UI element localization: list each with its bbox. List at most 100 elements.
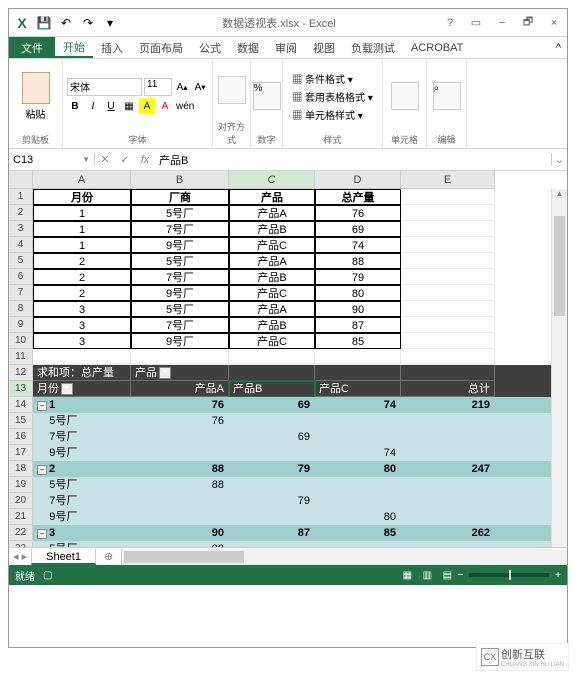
row-header-3[interactable]: 3	[9, 221, 33, 237]
row-header-12[interactable]: 12	[9, 365, 33, 381]
underline-button[interactable]: U	[103, 98, 119, 114]
cell-C15[interactable]	[229, 413, 315, 429]
cell-D4[interactable]: 74	[315, 237, 401, 253]
minimize-button[interactable]: −	[489, 13, 515, 33]
cell-D5[interactable]: 88	[315, 253, 401, 269]
row-header-19[interactable]: 19	[9, 477, 33, 493]
cell-B10[interactable]: 9号厂	[131, 333, 229, 349]
cell-B8[interactable]: 5号厂	[131, 301, 229, 317]
cell-E6[interactable]	[401, 269, 495, 285]
cell-A18[interactable]: −2	[33, 461, 131, 477]
zoom-slider[interactable]	[469, 573, 549, 577]
cell-C4[interactable]: 产品C	[229, 237, 315, 253]
formula-expand-icon[interactable]: ⌄	[551, 153, 567, 166]
cell-E20[interactable]	[401, 493, 495, 509]
page-break-view-button[interactable]: ▤	[437, 570, 457, 581]
page-layout-view-button[interactable]: ▥	[417, 570, 437, 581]
tab-file[interactable]: 文件	[9, 37, 55, 58]
cell-C2[interactable]: 产品A	[229, 205, 315, 221]
row-header-9[interactable]: 9	[9, 317, 33, 333]
cell-A9[interactable]: 3	[33, 317, 131, 333]
fx-icon[interactable]: fx	[135, 154, 155, 166]
row-header-14[interactable]: 14	[9, 397, 33, 413]
row-header-1[interactable]: 1	[9, 189, 33, 205]
cell-E8[interactable]	[401, 301, 495, 317]
tab-review[interactable]: 审阅	[267, 37, 305, 58]
italic-button[interactable]: I	[85, 98, 101, 114]
cell-B17[interactable]	[131, 445, 229, 461]
cell-A11[interactable]	[33, 349, 131, 365]
cell-B15[interactable]: 76	[131, 413, 229, 429]
cell-D2[interactable]: 76	[315, 205, 401, 221]
name-box[interactable]: C13 ▼	[9, 154, 95, 166]
cell-A6[interactable]: 2	[33, 269, 131, 285]
cell-C23[interactable]	[229, 541, 315, 547]
cond-format-button[interactable]: ▦ 条件格式 ▾	[292, 71, 353, 86]
cell-E13[interactable]: 总计	[401, 381, 495, 397]
cell-D23[interactable]	[315, 541, 401, 547]
cell-E7[interactable]	[401, 285, 495, 301]
qat-dropdown[interactable]: ▾	[100, 13, 120, 33]
tab-home[interactable]: 开始	[55, 37, 93, 58]
sheet-nav[interactable]: ◂ ▸	[9, 550, 31, 563]
cell-D7[interactable]: 80	[315, 285, 401, 301]
cell-D17[interactable]: 74	[315, 445, 401, 461]
cell-A13[interactable]: 月份▼	[33, 381, 131, 397]
cell-D6[interactable]: 79	[315, 269, 401, 285]
col-header-a[interactable]: A	[33, 171, 131, 189]
cell-E3[interactable]	[401, 221, 495, 237]
undo-button[interactable]: ↶	[56, 13, 76, 33]
row-header-23[interactable]: 23	[9, 541, 33, 547]
cell-C22[interactable]: 87	[229, 525, 315, 541]
cell-D12[interactable]	[315, 365, 401, 381]
cell-A5[interactable]: 2	[33, 253, 131, 269]
cell-B3[interactable]: 7号厂	[131, 221, 229, 237]
ribbon-options-button[interactable]: ▭	[463, 13, 489, 33]
row-header-22[interactable]: 22	[9, 525, 33, 541]
cell-D18[interactable]: 80	[315, 461, 401, 477]
row-header-16[interactable]: 16	[9, 429, 33, 445]
cell-C18[interactable]: 79	[229, 461, 315, 477]
col-header-c[interactable]: C	[229, 171, 315, 189]
font-grow-button[interactable]: A▴	[174, 79, 190, 95]
name-box-dropdown-icon[interactable]: ▼	[82, 155, 90, 164]
restore-button[interactable]: 🗗	[515, 13, 541, 33]
col-header-e[interactable]: E	[401, 171, 495, 189]
cell-C1[interactable]: 产品	[229, 189, 315, 205]
zoom-in-button[interactable]: +	[555, 570, 561, 581]
cell-E17[interactable]	[401, 445, 495, 461]
cell-A8[interactable]: 3	[33, 301, 131, 317]
horizontal-scrollbar[interactable]	[121, 549, 567, 565]
cell-C17[interactable]	[229, 445, 315, 461]
font-color-button[interactable]: A	[157, 98, 173, 114]
save-button[interactable]: 💾	[34, 13, 54, 33]
cell-B22[interactable]: 90	[131, 525, 229, 541]
tab-data[interactable]: 数据	[229, 37, 267, 58]
tab-load-test[interactable]: 负载测试	[343, 37, 403, 58]
cell-B2[interactable]: 5号厂	[131, 205, 229, 221]
col-header-d[interactable]: D	[315, 171, 401, 189]
cell-A1[interactable]: 月份	[33, 189, 131, 205]
cell-B7[interactable]: 9号厂	[131, 285, 229, 301]
editing-icon[interactable]: ⌕	[433, 82, 461, 110]
cell-D19[interactable]	[315, 477, 401, 493]
select-all-corner[interactable]	[9, 171, 33, 189]
cell-B19[interactable]: 88	[131, 477, 229, 493]
cell-E16[interactable]	[401, 429, 495, 445]
cell-E11[interactable]	[401, 349, 495, 365]
cell-C21[interactable]	[229, 509, 315, 525]
cell-C8[interactable]: 产品A	[229, 301, 315, 317]
cell-E2[interactable]	[401, 205, 495, 221]
row-header-6[interactable]: 6	[9, 269, 33, 285]
cell-A10[interactable]: 3	[33, 333, 131, 349]
row-header-8[interactable]: 8	[9, 301, 33, 317]
cell-D11[interactable]	[315, 349, 401, 365]
cell-E12[interactable]	[401, 365, 495, 381]
row-header-13[interactable]: 13	[9, 381, 33, 397]
collapse-icon[interactable]: −	[37, 465, 47, 475]
table-format-button[interactable]: ▦ 套用表格格式 ▾	[292, 89, 373, 104]
cell-A14[interactable]: −1	[33, 397, 131, 413]
cell-A23[interactable]: 5号厂	[33, 541, 131, 547]
cell-D20[interactable]	[315, 493, 401, 509]
cell-C14[interactable]: 69	[229, 397, 315, 413]
